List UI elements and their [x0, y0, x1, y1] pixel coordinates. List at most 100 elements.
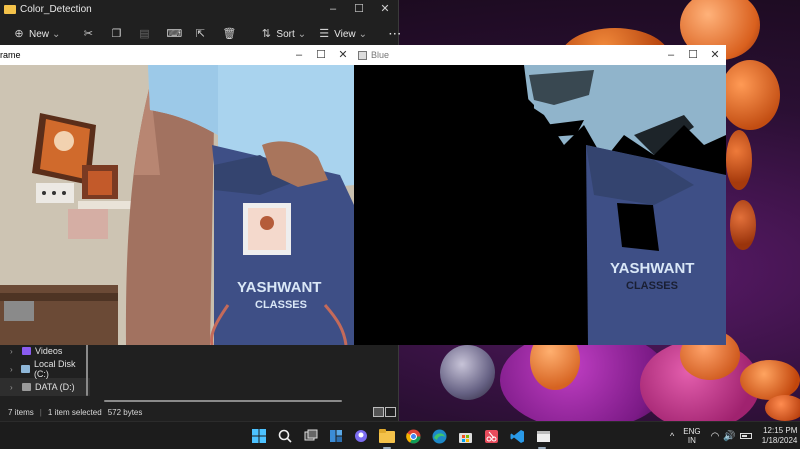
rename-button[interactable]: ⌨: [161, 23, 187, 45]
nav-item-data-drive[interactable]: › DATA (D:): [0, 378, 90, 396]
view-icon: ☰: [319, 28, 330, 40]
snipping-icon: [484, 429, 498, 443]
mask-shirt-text-bottom: CLASSES: [626, 280, 678, 292]
chevron-right-icon: ›: [10, 382, 13, 392]
item-count: 7 items: [8, 408, 34, 417]
shirt-text-top: YASHWANT: [237, 279, 321, 296]
nav-item-label: Videos: [35, 346, 63, 356]
minimize-button[interactable]: –: [320, 0, 346, 18]
store-button[interactable]: [456, 427, 474, 445]
blue-title: Blue: [371, 50, 390, 60]
chevron-right-icon: ›: [10, 364, 13, 374]
status-divider: |: [39, 408, 42, 417]
file-explorer-taskbar-button[interactable]: [378, 427, 396, 445]
share-icon: ⇱: [195, 28, 206, 40]
chevron-right-icon: ›: [10, 346, 13, 356]
vscode-icon: [510, 429, 524, 443]
status-bar: 7 items | 1 item selected 572 bytes: [0, 404, 399, 421]
chat-icon: [355, 430, 367, 442]
shirt-text-bottom: CLASSES: [255, 299, 307, 311]
widgets-icon: [330, 430, 342, 442]
share-button[interactable]: ⇱: [189, 23, 215, 45]
volume-icon[interactable]: 🔊: [723, 431, 735, 442]
webcam-scene: YASHWANT CLASSES: [0, 65, 354, 345]
mask-shirt-text-top: YASHWANT: [610, 260, 694, 277]
frame-title: rame: [0, 50, 21, 60]
view-button[interactable]: ☰ View ⌄: [313, 23, 372, 45]
taskbar: ^ ENG IN ◠ 🔊 12:15 PM 1/18/2024: [0, 421, 800, 449]
content-scrollbar[interactable]: [104, 400, 342, 402]
drive-icon: [22, 383, 31, 391]
nav-item-local-disk[interactable]: › Local Disk (C:): [0, 359, 90, 379]
sort-button[interactable]: ⇅ Sort ⌄: [255, 23, 311, 45]
windows-logo-icon: [252, 429, 266, 443]
delete-button[interactable]: 🗑: [217, 23, 243, 45]
nav-item-label: DATA (D:): [35, 382, 75, 392]
frame-window: rame – ☐ ✕ YASHWANT CLASSES: [0, 45, 354, 345]
search-button[interactable]: [276, 427, 294, 445]
minimize-button[interactable]: –: [288, 45, 310, 65]
language-code: ENG: [683, 427, 701, 436]
vscode-button[interactable]: [508, 427, 526, 445]
frame-titlebar[interactable]: rame – ☐ ✕: [0, 45, 354, 65]
maximize-button[interactable]: ☐: [310, 45, 332, 65]
new-label: New: [29, 28, 50, 40]
system-tray: ^ ENG IN ◠ 🔊 12:15 PM 1/18/2024: [670, 422, 797, 449]
edge-button[interactable]: [430, 427, 448, 445]
nav-scrollbar[interactable]: [86, 344, 88, 396]
maximize-button[interactable]: ☐: [346, 0, 372, 18]
frame-window-controls: – ☐ ✕: [288, 45, 354, 65]
selection-size: 572 bytes: [107, 408, 143, 417]
paste-icon: ▤: [139, 28, 150, 40]
tiles-view-button[interactable]: [385, 407, 396, 417]
search-icon: [278, 429, 292, 443]
wifi-icon[interactable]: ◠: [711, 431, 720, 442]
new-button[interactable]: ⊕ New ⌄: [8, 23, 65, 45]
more-options-button[interactable]: ···: [384, 23, 407, 45]
widgets-button[interactable]: [327, 427, 345, 445]
task-view-button[interactable]: [302, 427, 320, 445]
app-icon: [358, 50, 367, 60]
copy-icon: ❐: [111, 28, 122, 40]
blue-titlebar[interactable]: Blue – ☐ ✕: [354, 45, 726, 65]
minimize-button[interactable]: –: [660, 45, 682, 65]
sort-icon: ⇅: [261, 28, 272, 40]
blue-mask-scene: YASHWANT CLASSES: [354, 65, 726, 345]
chrome-icon: [405, 429, 420, 443]
videos-icon: [22, 347, 31, 355]
copy-button[interactable]: ❐: [105, 23, 131, 45]
clock[interactable]: 12:15 PM 1/18/2024: [762, 426, 798, 446]
opencv-window-button[interactable]: [534, 427, 552, 445]
chat-button[interactable]: [352, 427, 370, 445]
folder-icon: [379, 429, 395, 443]
paste-button[interactable]: ▤: [133, 23, 159, 45]
region-code: IN: [687, 436, 696, 445]
navigation-pane: › Videos › Local Disk (C:) › DATA (D:): [0, 342, 90, 402]
edge-icon: [432, 429, 446, 443]
close-button[interactable]: ✕: [332, 45, 354, 65]
battery-icon[interactable]: [739, 433, 752, 439]
clock-date: 1/18/2024: [761, 436, 798, 445]
more-label: ···: [389, 28, 403, 40]
snipping-tool-button[interactable]: [482, 427, 500, 445]
details-view-button[interactable]: [373, 407, 384, 417]
maximize-button[interactable]: ☐: [682, 45, 704, 65]
trash-icon: 🗑: [222, 28, 237, 40]
selection-count: 1 item selected: [47, 408, 102, 417]
close-button[interactable]: ✕: [704, 45, 726, 65]
explorer-title: Color_Detection: [20, 3, 92, 15]
scissors-icon: ✂: [83, 28, 94, 40]
sort-label: Sort: [276, 28, 295, 40]
view-label: View: [334, 28, 356, 40]
close-button[interactable]: ✕: [372, 0, 398, 18]
language-indicator[interactable]: ENG IN: [683, 427, 700, 445]
start-button[interactable]: [250, 427, 268, 445]
blue-window-controls: – ☐ ✕: [660, 45, 726, 65]
blue-mask-window: Blue – ☐ ✕ YASHWANT CLASSES: [354, 45, 726, 345]
clock-time: 12:15 PM: [763, 426, 798, 435]
explorer-window-controls: – ☐ ✕: [320, 0, 398, 18]
drive-icon: [21, 365, 30, 373]
show-hidden-icons-button[interactable]: ^: [670, 431, 674, 441]
chrome-button[interactable]: [404, 427, 422, 445]
cut-button[interactable]: ✂: [77, 23, 103, 45]
